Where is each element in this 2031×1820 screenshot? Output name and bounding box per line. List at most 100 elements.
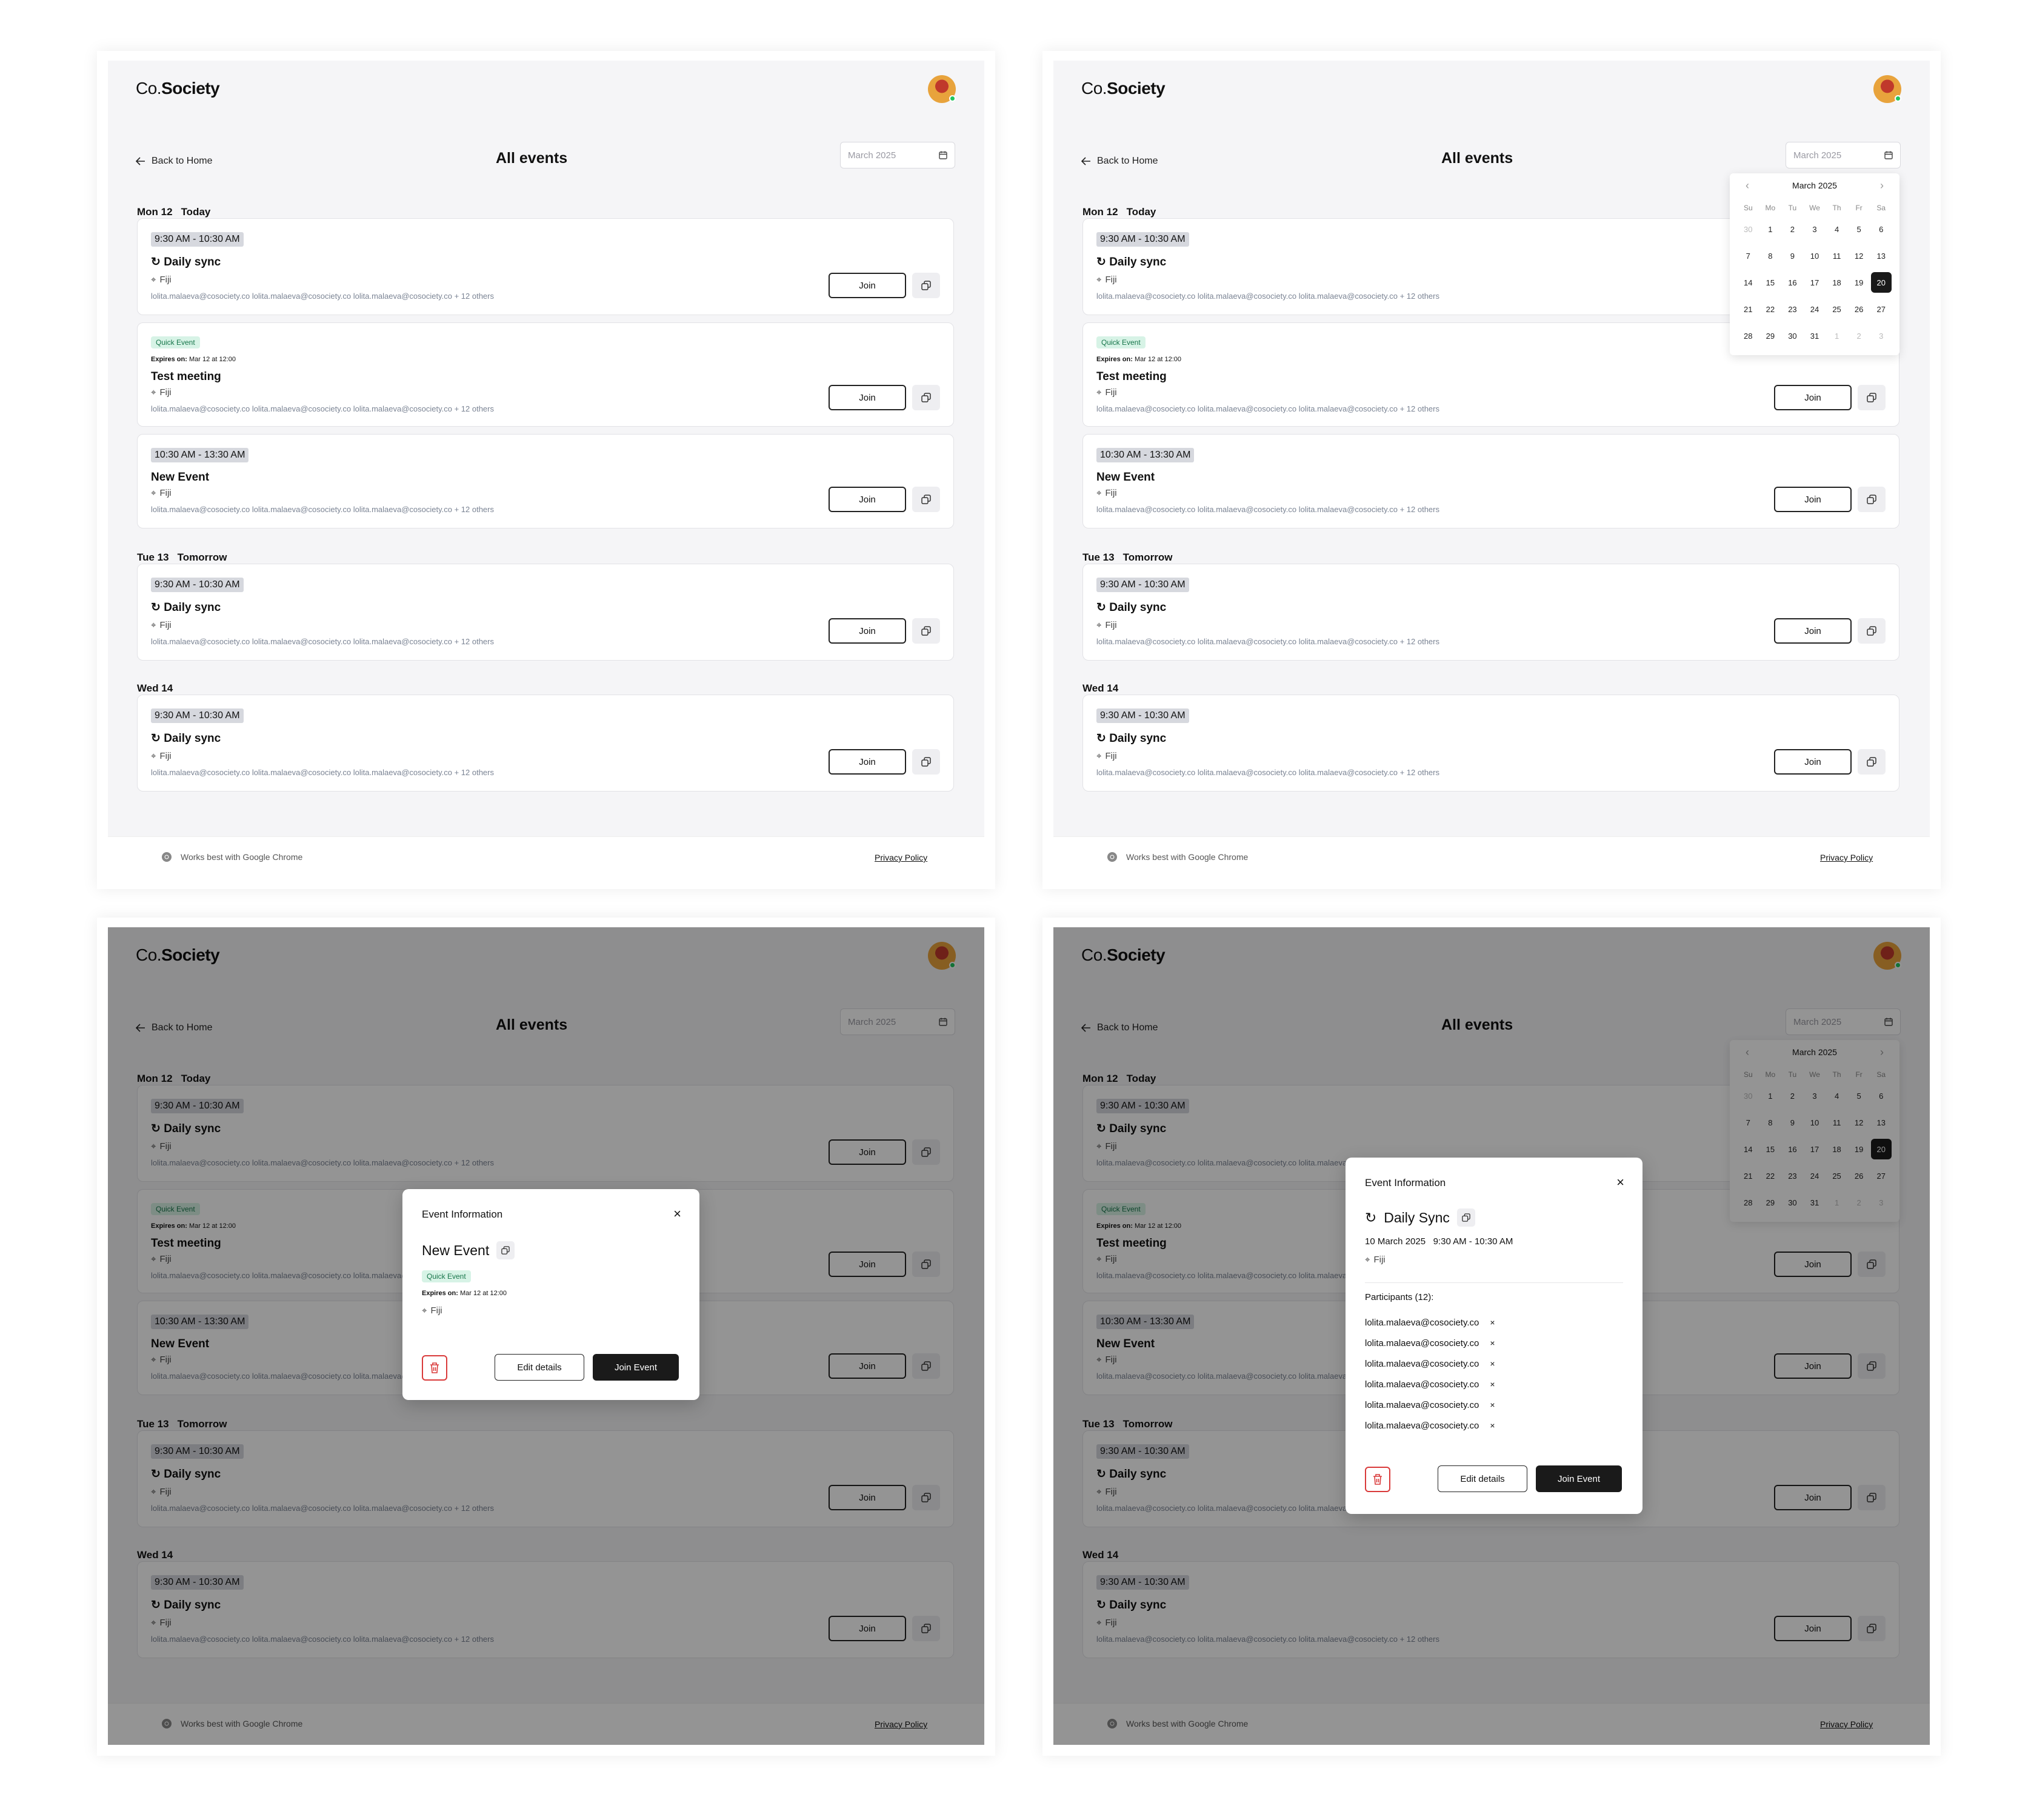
calendar-day[interactable]: 14: [1737, 269, 1759, 296]
calendar-day[interactable]: 20: [1870, 269, 1892, 296]
back-to-home-link[interactable]: Back to Home: [136, 156, 212, 167]
copy-link-icon[interactable]: [912, 749, 940, 775]
event-card[interactable]: 9:30 AM - 10:30 AM ↻ Daily sync ⌖ Fiji lo…: [1082, 695, 1899, 792]
calendar-day[interactable]: 28: [1737, 322, 1759, 349]
join-button[interactable]: Join: [829, 487, 906, 512]
time-badge: 9:30 AM - 10:30 AM: [151, 708, 244, 723]
calendar-day[interactable]: 11: [1826, 242, 1848, 269]
join-button[interactable]: Join: [1774, 618, 1852, 644]
calendar-day[interactable]: 19: [1848, 269, 1870, 296]
calendar-day[interactable]: 1: [1826, 322, 1848, 349]
events-page: Co.Society Back to Home All events March…: [1053, 927, 1930, 1745]
join-button[interactable]: Join: [1774, 385, 1852, 410]
calendar-day[interactable]: 6: [1870, 216, 1892, 242]
edit-details-button[interactable]: Edit details: [495, 1354, 584, 1381]
calendar-day[interactable]: 25: [1826, 296, 1848, 322]
copy-link-icon[interactable]: [912, 273, 940, 298]
back-to-home-link[interactable]: Back to Home: [1081, 156, 1158, 167]
calendar-day[interactable]: 22: [1759, 296, 1782, 322]
calendar-day[interactable]: 13: [1870, 242, 1892, 269]
calendar-day[interactable]: 4: [1826, 216, 1848, 242]
calendar-day[interactable]: 1: [1759, 216, 1782, 242]
calendar-day[interactable]: 17: [1804, 269, 1826, 296]
calendar-day[interactable]: 9: [1781, 242, 1804, 269]
event-card[interactable]: 9:30 AM - 10:30 AM ↻ Daily sync ⌖ Fiji lo…: [137, 564, 954, 661]
copy-link-icon[interactable]: [1858, 385, 1886, 410]
privacy-policy-link[interactable]: Privacy Policy: [875, 853, 927, 862]
join-button[interactable]: Join: [829, 618, 906, 644]
calendar-day[interactable]: 10: [1804, 242, 1826, 269]
calendar-day[interactable]: 29: [1759, 322, 1782, 349]
remove-icon[interactable]: ×: [1490, 1338, 1495, 1348]
day-heading: Wed 14: [137, 682, 173, 694]
remove-icon[interactable]: ×: [1490, 1400, 1495, 1410]
remove-icon[interactable]: ×: [1490, 1379, 1495, 1389]
calendar-day[interactable]: 3: [1804, 216, 1826, 242]
calendar-day[interactable]: 5: [1848, 216, 1870, 242]
copy-link-icon[interactable]: [1858, 749, 1886, 775]
calendar-day[interactable]: 30: [1737, 216, 1759, 242]
browser-note: Works best with Google Chrome: [1107, 852, 1248, 862]
join-button[interactable]: Join: [1774, 487, 1852, 512]
avatar[interactable]: [1873, 75, 1901, 103]
calendar-day[interactable]: 26: [1848, 296, 1870, 322]
copy-link-icon[interactable]: [912, 487, 940, 512]
calendar-day[interactable]: 3: [1870, 322, 1892, 349]
time-badge: 9:30 AM - 10:30 AM: [151, 578, 244, 592]
join-button[interactable]: Join: [829, 273, 906, 298]
close-icon[interactable]: ×: [1616, 1175, 1624, 1190]
event-info-modal: Event Information × ↻ Daily Sync 10 March…: [1346, 1158, 1642, 1514]
join-button[interactable]: Join: [829, 749, 906, 775]
calendar-day[interactable]: 7: [1737, 242, 1759, 269]
calendar-day[interactable]: 8: [1759, 242, 1782, 269]
event-card[interactable]: 10:30 AM - 13:30 AM New Event ⌖ Fiji loli…: [1082, 434, 1899, 528]
trash-icon[interactable]: [422, 1355, 447, 1381]
event-card[interactable]: 10:30 AM - 13:30 AM New Event ⌖ Fiji loli…: [137, 434, 954, 528]
calendar-day[interactable]: 30: [1781, 322, 1804, 349]
copy-link-icon[interactable]: [1858, 487, 1886, 512]
logo[interactable]: Co.Society: [1081, 79, 1166, 98]
participants-label: Participants (12):: [1365, 1292, 1434, 1302]
calendar-day[interactable]: 2: [1781, 216, 1804, 242]
trash-icon[interactable]: [1365, 1467, 1390, 1492]
calendar-day[interactable]: 15: [1759, 269, 1782, 296]
remove-icon[interactable]: ×: [1490, 1359, 1495, 1368]
avatar[interactable]: [928, 75, 956, 103]
calendar-day[interactable]: 12: [1848, 242, 1870, 269]
join-event-button[interactable]: Join Event: [593, 1354, 679, 1381]
close-icon[interactable]: ×: [673, 1206, 681, 1222]
join-button[interactable]: Join: [1774, 749, 1852, 775]
join-button[interactable]: Join: [829, 385, 906, 410]
event-card[interactable]: 9:30 AM - 10:30 AM ↻ Daily sync ⌖ Fiji lo…: [137, 695, 954, 792]
events-page: Co.Society Back to Home All events March…: [108, 61, 984, 878]
month-picker[interactable]: March 2025: [1786, 142, 1901, 168]
chevron-right-icon[interactable]: ›: [1880, 179, 1884, 192]
privacy-policy-link[interactable]: Privacy Policy: [1820, 853, 1873, 862]
remove-icon[interactable]: ×: [1490, 1318, 1495, 1327]
calendar-day[interactable]: 16: [1781, 269, 1804, 296]
event-card[interactable]: Quick Event Expires on: Mar 12 at 12:00 …: [137, 322, 954, 427]
calendar-day[interactable]: 23: [1781, 296, 1804, 322]
day-heading: Wed 14: [1082, 682, 1119, 694]
back-label: Back to Home: [1097, 156, 1158, 166]
calendar-day[interactable]: 27: [1870, 296, 1892, 322]
calendar-day[interactable]: 2: [1848, 322, 1870, 349]
calendar-day[interactable]: 21: [1737, 296, 1759, 322]
remove-icon[interactable]: ×: [1490, 1421, 1495, 1430]
logo[interactable]: Co.Society: [136, 79, 220, 98]
copy-link-icon[interactable]: [912, 618, 940, 644]
copy-icon[interactable]: [1456, 1208, 1475, 1227]
event-card[interactable]: 9:30 AM - 10:30 AM ↻ Daily sync ⌖ Fiji lo…: [137, 218, 954, 315]
edit-details-button[interactable]: Edit details: [1438, 1465, 1527, 1492]
copy-icon[interactable]: [496, 1241, 515, 1259]
copy-link-icon[interactable]: [1858, 618, 1886, 644]
calendar-day[interactable]: 18: [1826, 269, 1848, 296]
calendar-day[interactable]: 24: [1804, 296, 1826, 322]
month-picker[interactable]: March 2025: [840, 142, 955, 168]
page-title: All events: [496, 150, 568, 167]
calendar-day[interactable]: 31: [1804, 322, 1826, 349]
selected-day[interactable]: 20: [1870, 272, 1892, 293]
copy-link-icon[interactable]: [912, 385, 940, 410]
event-card[interactable]: 9:30 AM - 10:30 AM ↻ Daily sync ⌖ Fiji lo…: [1082, 564, 1899, 661]
join-event-button[interactable]: Join Event: [1536, 1465, 1622, 1492]
